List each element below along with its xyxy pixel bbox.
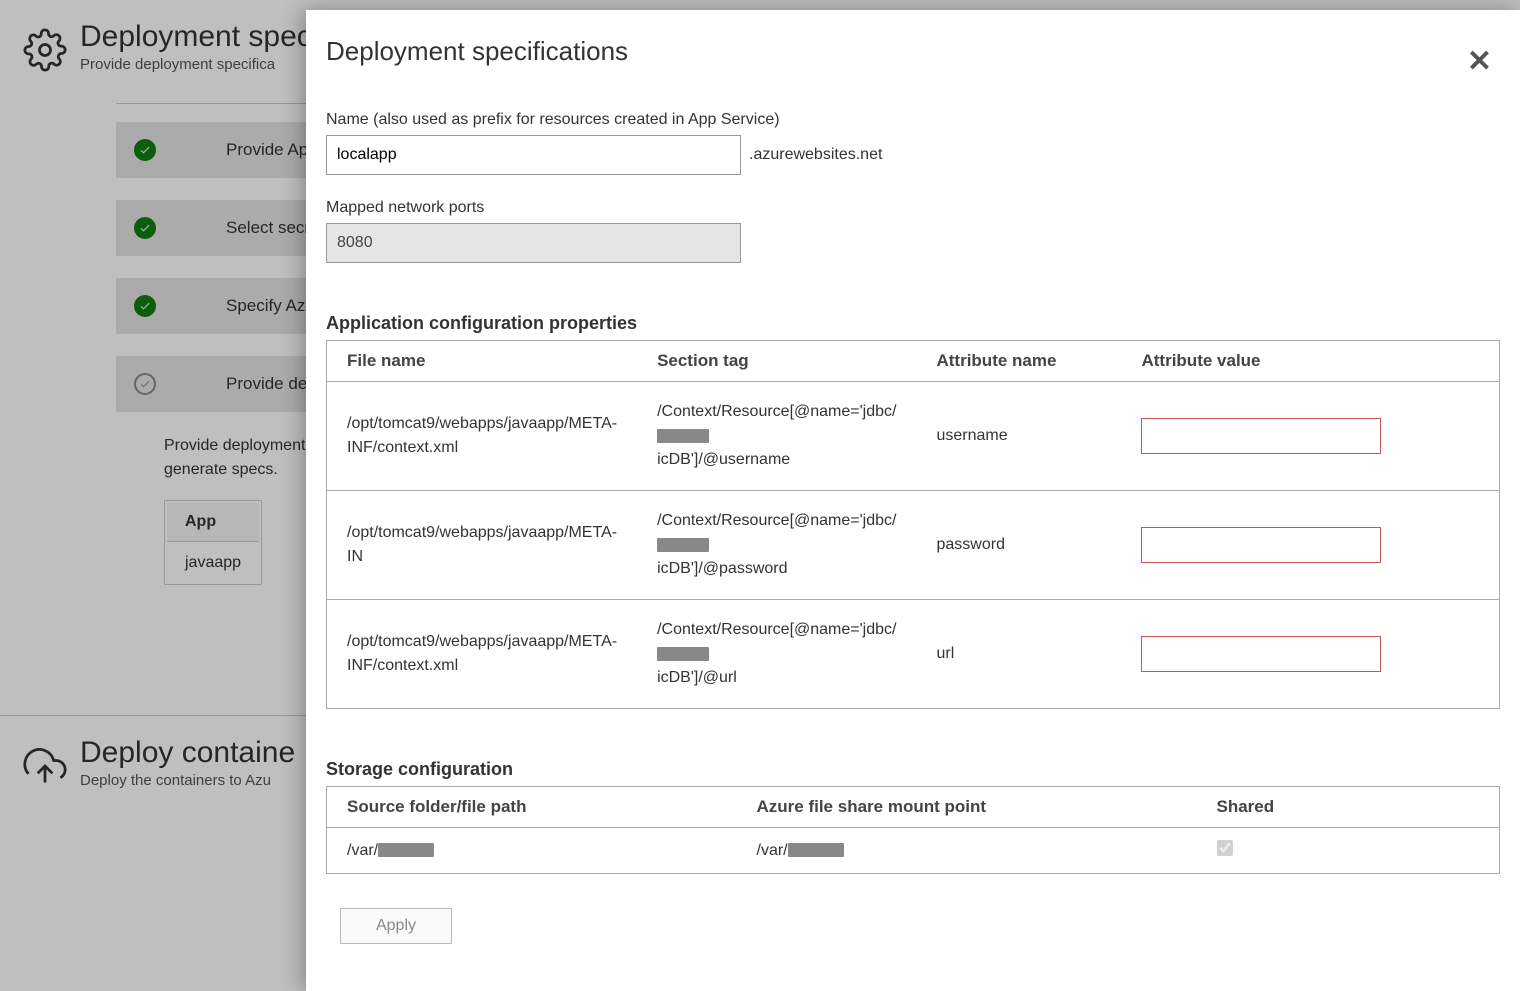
col-header-tag: Section tag [637, 341, 916, 382]
redacted [657, 538, 709, 552]
ports-label: Mapped network ports [326, 199, 1500, 217]
col-header-src: Source folder/file path [327, 787, 737, 828]
attr-cell: password [916, 491, 1121, 600]
name-input[interactable] [326, 135, 741, 175]
storage-table: Source folder/file path Azure file share… [326, 786, 1500, 874]
attribute-value-input[interactable] [1141, 418, 1381, 454]
tag-cell: /Context/Resource[@name='jdbc/icDB']/@pa… [637, 491, 916, 600]
file-cell: /opt/tomcat9/webapps/javaapp/META-INF/co… [327, 382, 638, 491]
close-button[interactable]: ✕ [1459, 36, 1500, 87]
config-row: /opt/tomcat9/webapps/javaapp/META-IN /Co… [327, 491, 1500, 600]
mount-cell: /var/ [737, 828, 1197, 874]
deployment-spec-panel: Deployment specifications ✕ Name (also u… [306, 10, 1520, 991]
col-header-mount: Azure file share mount point [737, 787, 1197, 828]
domain-suffix: .azurewebsites.net [749, 146, 882, 164]
close-icon: ✕ [1467, 45, 1492, 78]
storage-row: /var/ /var/ [327, 828, 1500, 874]
attribute-value-input[interactable] [1141, 527, 1381, 563]
tag-cell: /Context/Resource[@name='jdbc/icDB']/@us… [637, 382, 916, 491]
storage-heading: Storage configuration [326, 759, 1500, 780]
app-config-table: File name Section tag Attribute name Att… [326, 340, 1500, 709]
config-row: /opt/tomcat9/webapps/javaapp/META-INF/co… [327, 600, 1500, 709]
src-cell: /var/ [327, 828, 737, 874]
attribute-value-input[interactable] [1141, 636, 1381, 672]
col-header-val: Attribute value [1121, 341, 1499, 382]
attr-cell: username [916, 382, 1121, 491]
app-config-heading: Application configuration properties [326, 313, 1500, 334]
col-header-file: File name [327, 341, 638, 382]
col-header-shared: Shared [1197, 787, 1500, 828]
name-label: Name (also used as prefix for resources … [326, 111, 1500, 129]
col-header-attr: Attribute name [916, 341, 1121, 382]
file-cell: /opt/tomcat9/webapps/javaapp/META-INF/co… [327, 600, 638, 709]
redacted [378, 843, 434, 857]
config-row: /opt/tomcat9/webapps/javaapp/META-INF/co… [327, 382, 1500, 491]
file-cell: /opt/tomcat9/webapps/javaapp/META-IN [327, 491, 638, 600]
ports-input [326, 223, 741, 263]
shared-cell [1197, 828, 1500, 874]
tag-cell: /Context/Resource[@name='jdbc/icDB']/@ur… [637, 600, 916, 709]
apply-button[interactable]: Apply [340, 908, 452, 944]
redacted [657, 647, 709, 661]
panel-title: Deployment specifications [326, 36, 628, 67]
redacted [657, 429, 709, 443]
redacted [788, 843, 844, 857]
shared-checkbox [1217, 840, 1233, 856]
attr-cell: url [916, 600, 1121, 709]
